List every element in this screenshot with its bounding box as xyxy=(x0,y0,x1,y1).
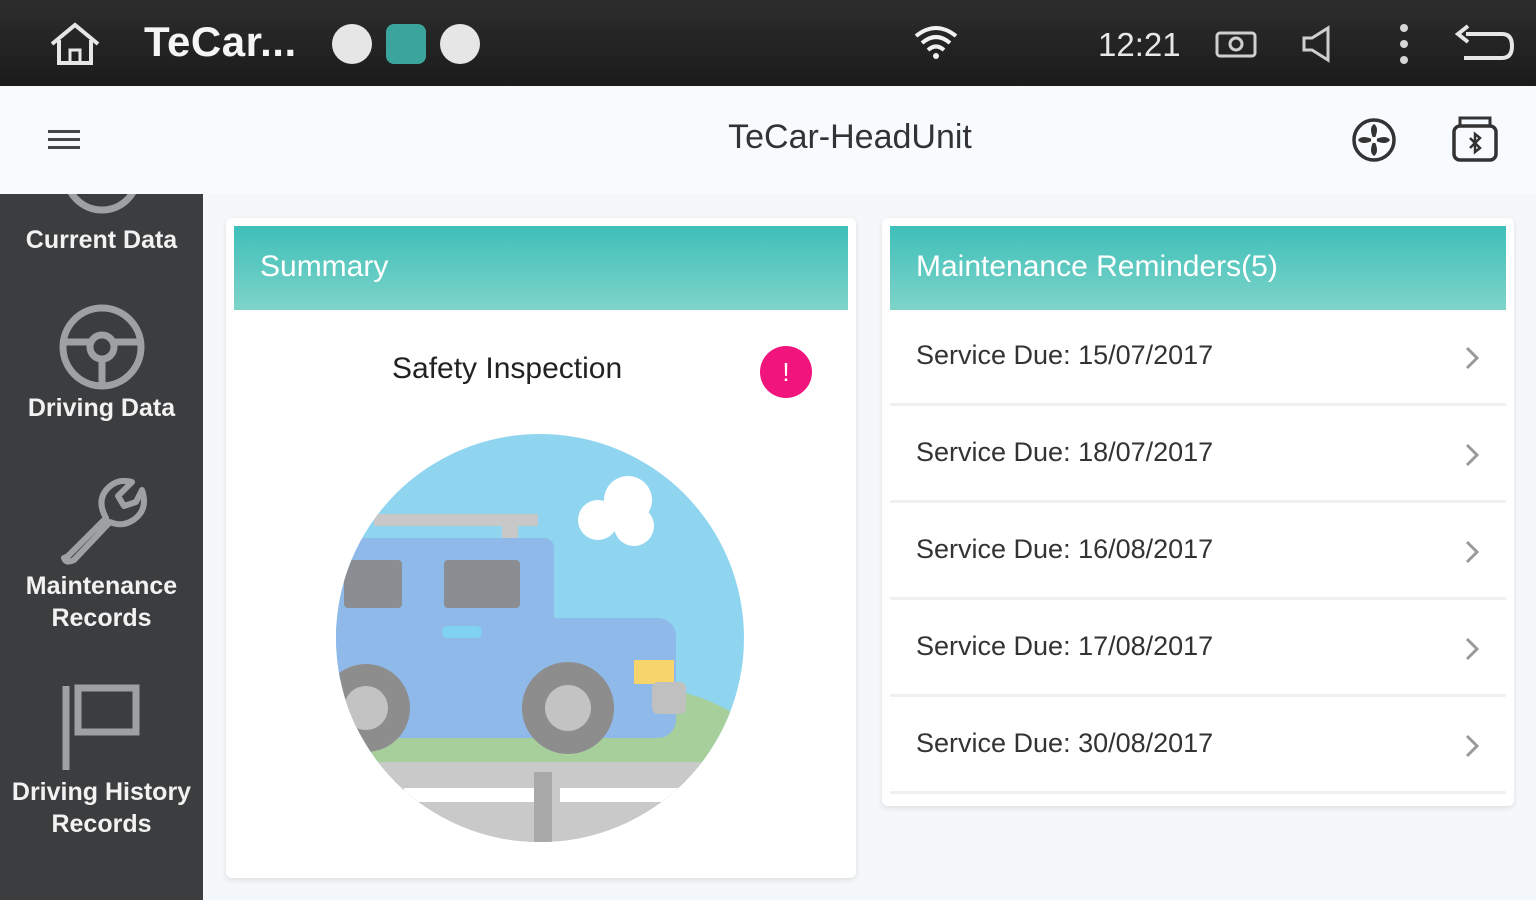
app-m-icon[interactable] xyxy=(332,24,372,64)
side-navigation: Current Data Driving Data Maintenance Re… xyxy=(0,194,203,900)
wrench-icon xyxy=(60,477,147,565)
back-icon[interactable] xyxy=(1454,22,1516,66)
chevron-right-icon xyxy=(1465,637,1480,661)
wifi-icon xyxy=(914,26,958,59)
maintenance-reminders-header: Maintenance Reminders(5) xyxy=(890,226,1506,310)
summary-card: Summary Safety Inspection ! xyxy=(226,218,856,878)
vehicle-illustration xyxy=(336,434,744,842)
app-bar: TeCar-HeadUnit xyxy=(0,86,1536,194)
summary-header: Summary xyxy=(234,226,848,310)
nav-item-driving-history-records[interactable]: Driving History Records xyxy=(0,680,203,840)
reminder-row[interactable]: Service Due: 15/07/2017 xyxy=(890,310,1506,406)
steering-wheel-icon xyxy=(59,304,144,390)
status-bar: TeCar... 12:21 xyxy=(0,0,1536,86)
page-title: TeCar-HeadUnit xyxy=(728,118,972,156)
reminder-row[interactable]: Service Due: 18/07/2017 xyxy=(890,407,1506,503)
reminder-label: Service Due: 15/07/2017 xyxy=(916,340,1214,370)
home-icon[interactable] xyxy=(46,20,104,68)
nav-item-maintenance-records[interactable]: Maintenance Records xyxy=(0,470,203,634)
chevron-right-icon xyxy=(1465,734,1480,758)
title-container: TeCar-HeadUnit xyxy=(0,86,1536,194)
reminder-label: Service Due: 30/08/2017 xyxy=(916,728,1214,758)
nav-item-driving-data[interactable]: Driving Data xyxy=(0,302,203,424)
reminder-label: Service Due: 18/07/2017 xyxy=(916,437,1214,467)
reminder-row[interactable]: Service Due: 30/08/2017 xyxy=(890,698,1506,794)
reminder-row[interactable]: Service Due: 16/08/2017 xyxy=(890,504,1506,600)
volume-icon[interactable] xyxy=(1298,22,1342,66)
more-icon[interactable] xyxy=(1390,20,1418,68)
bluetooth-device-icon[interactable] xyxy=(1448,112,1502,168)
chevron-right-icon xyxy=(1465,540,1480,564)
reminder-label: Service Due: 16/08/2017 xyxy=(916,534,1214,564)
nav-label-driving-data: Driving Data xyxy=(27,394,176,422)
nav-label-maintenance-records: Maintenance Records xyxy=(25,572,178,632)
gauge-icon xyxy=(67,194,136,214)
reminder-label: Service Due: 17/08/2017 xyxy=(916,631,1214,661)
flag-icon xyxy=(62,684,139,770)
nav-label-current-data: Current Data xyxy=(25,226,178,254)
clock: 12:21 xyxy=(1098,26,1181,63)
nav-label-driving-history-records: Driving History Records xyxy=(11,778,192,838)
safety-inspection-title[interactable]: Safety Inspection xyxy=(392,352,622,386)
alert-badge[interactable]: ! xyxy=(760,346,812,398)
reminder-row[interactable]: Service Due: 17/08/2017 xyxy=(890,601,1506,697)
app-m2-icon[interactable] xyxy=(440,24,480,64)
fan-icon[interactable] xyxy=(1350,116,1398,164)
nav-item-current-data[interactable]: Current Data xyxy=(0,194,203,256)
maintenance-reminders-card: Maintenance Reminders(5) Service Due: 15… xyxy=(882,218,1514,806)
app-green-icon[interactable] xyxy=(386,24,426,64)
screenshot-icon[interactable] xyxy=(1214,28,1258,60)
chevron-right-icon xyxy=(1465,443,1480,467)
window-app-title: TeCar... xyxy=(144,18,297,65)
chevron-right-icon xyxy=(1465,346,1480,370)
